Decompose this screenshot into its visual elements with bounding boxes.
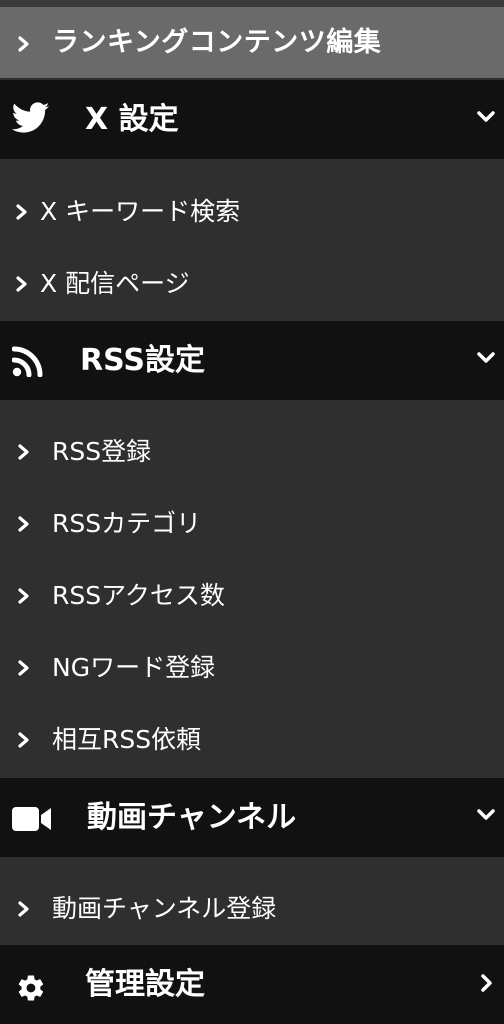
video-camera-icon [12,806,52,832]
menu-item-ng-word-register[interactable]: NGワード登録 [0,632,504,704]
chevron-right-icon [18,660,30,676]
menu-item-label: 動画チャンネル登録 [52,894,277,923]
menu-item-label: RSSアクセス数 [52,581,225,610]
menu-item-rss-access-count[interactable]: RSSアクセス数 [0,560,504,632]
menu-item-label: X キーワード検索 [40,197,241,226]
section-title: X 設定 [85,102,179,137]
chevron-right-icon [18,36,30,52]
chevron-right-icon [480,973,494,993]
section-header-rss-settings[interactable]: RSS設定 [0,321,504,400]
menu-item-label: RSS登録 [52,437,152,466]
rss-feed-icon [12,345,44,377]
chevron-down-icon [476,110,496,124]
chevron-right-icon [18,901,30,917]
twitter-bird-icon [12,102,50,134]
menu-item-video-channel-register[interactable]: 動画チャンネル登録 [0,873,504,945]
top-divider [0,0,504,7]
chevron-right-icon [16,276,28,292]
section-header-admin-settings[interactable]: 管理設定 [0,945,504,1024]
menu-item-x-keyword-search[interactable]: X キーワード検索 [0,176,504,248]
menu-item-rss-register[interactable]: RSS登録 [0,416,504,488]
section-title: RSS設定 [80,343,205,378]
section-title: 管理設定 [85,967,205,1002]
menu-item-label: X 配信ページ [40,269,190,298]
gear-icon [16,973,46,1003]
menu-item-label: RSSカテゴリ [52,509,202,538]
section-title: 動画チャンネル [87,800,297,835]
menu-item-label: 相互RSS依頼 [52,725,202,754]
menu-item-ranking-content-edit[interactable]: ランキングコンテンツ編集 [0,7,504,78]
chevron-right-icon [18,444,30,460]
menu-item-mutual-rss-request[interactable]: 相互RSS依頼 [0,704,504,776]
chevron-down-icon [476,808,496,822]
chevron-right-icon [16,204,28,220]
menu-item-x-delivery-page[interactable]: X 配信ページ [0,248,504,320]
menu-item-label: ランキングコンテンツ編集 [52,27,382,58]
section-header-x-settings[interactable]: X 設定 [0,80,504,159]
chevron-right-icon [18,516,30,532]
chevron-right-icon [18,588,30,604]
chevron-right-icon [18,732,30,748]
section-header-video-channel[interactable]: 動画チャンネル [0,778,504,857]
chevron-down-icon [476,351,496,365]
menu-item-label: NGワード登録 [52,653,216,682]
menu-item-rss-category[interactable]: RSSカテゴリ [0,488,504,560]
